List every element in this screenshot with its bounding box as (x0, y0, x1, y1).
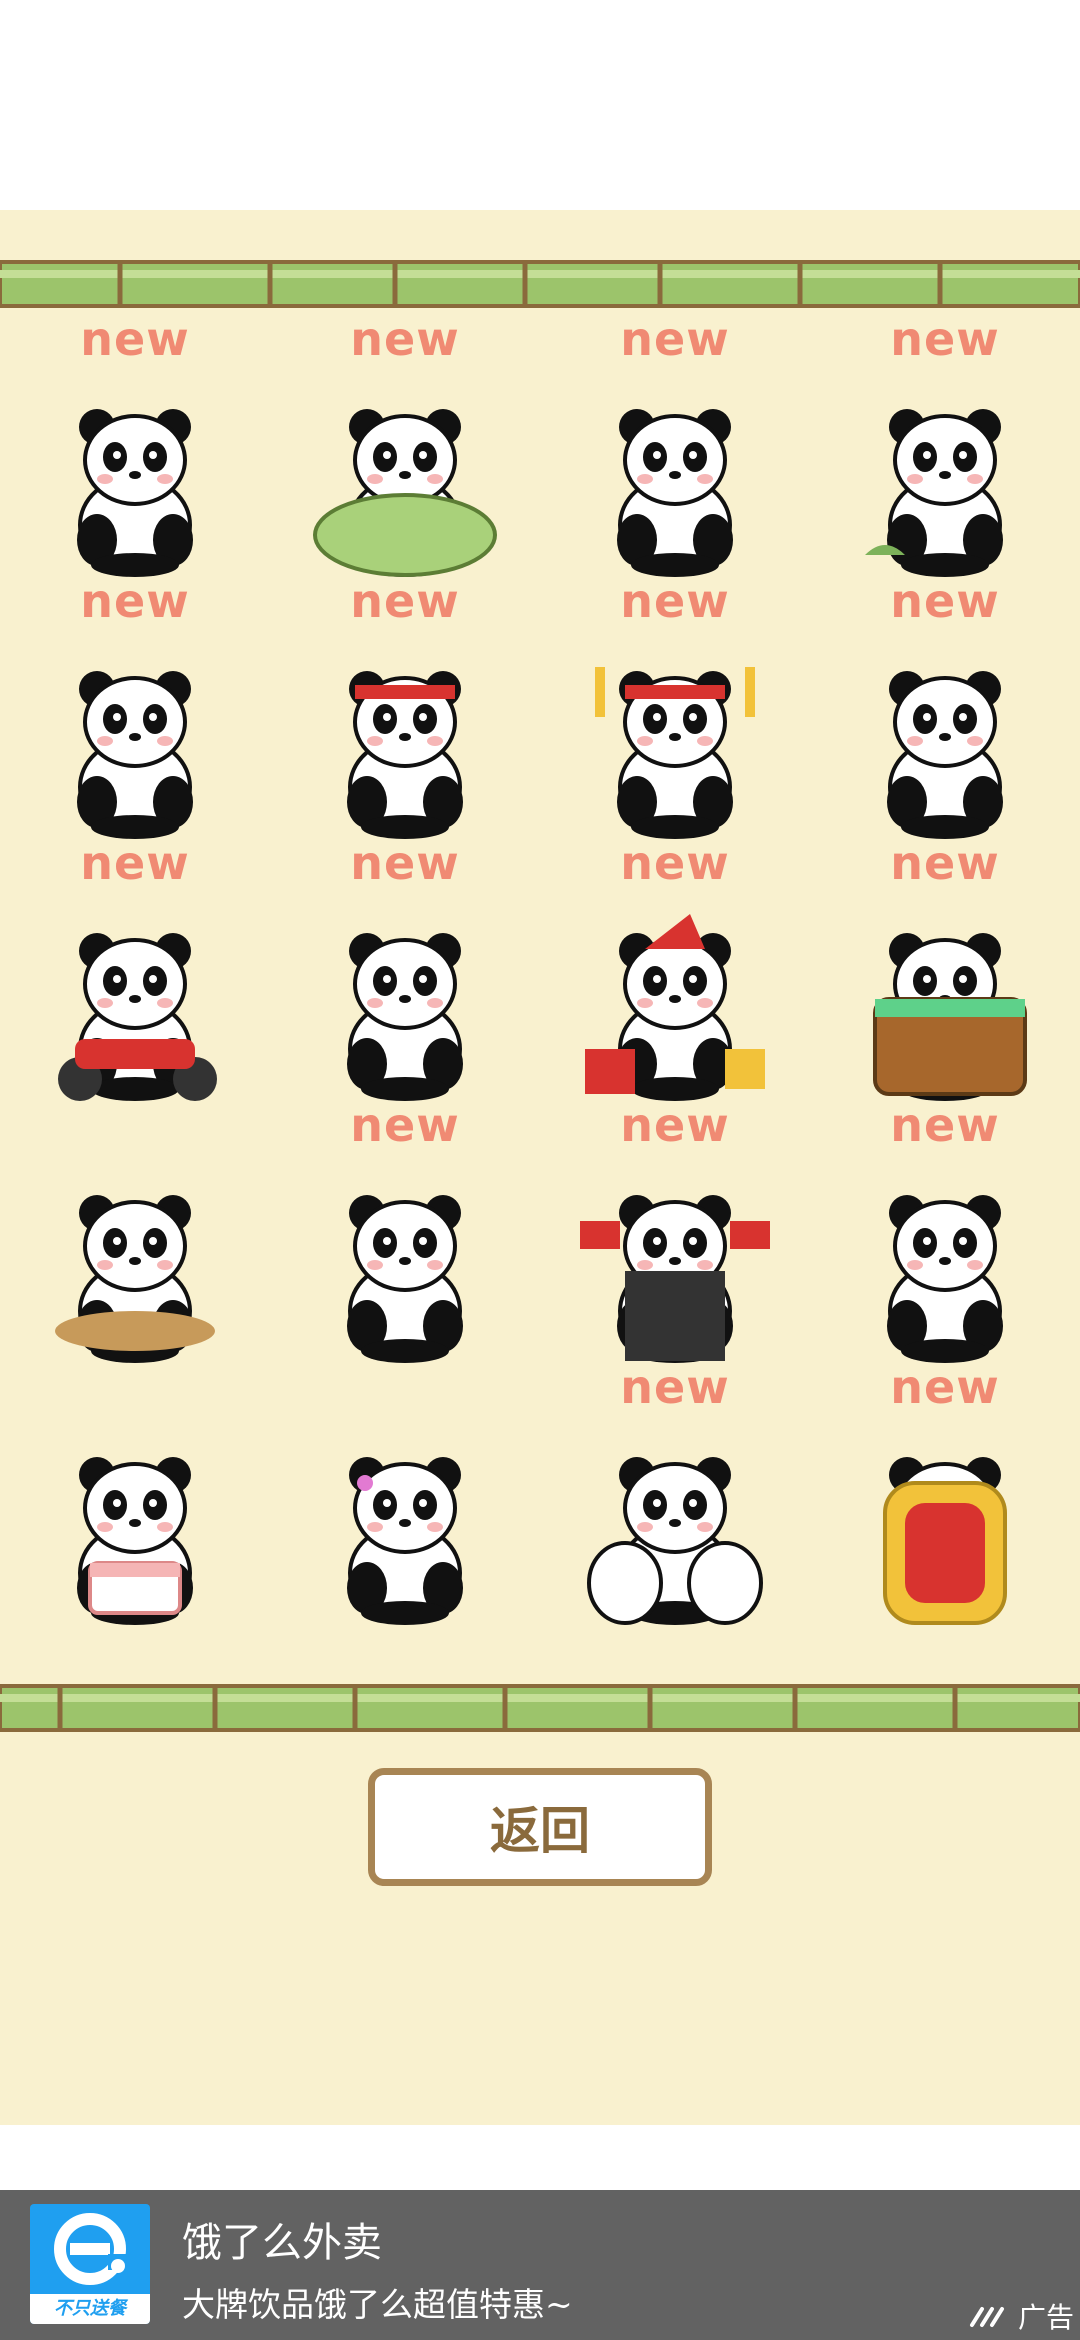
ad-tag: 广告 (968, 2296, 1074, 2336)
ad-network-icon (969, 2307, 1004, 2327)
sticker-cell[interactable] (270, 1368, 540, 1636)
top-blank-area (0, 0, 1080, 210)
sticker-grid: new new new new new new new new new new new new new n… (0, 312, 1080, 1660)
ad-title: 饿了么外卖 (182, 2220, 382, 2266)
ad-description: 大牌饮品饿了么超值特惠~ (182, 2285, 573, 2324)
back-button[interactable]: 返回 (368, 1768, 712, 1886)
sticker-cell[interactable]: new (0, 836, 270, 1112)
sticker-cell[interactable]: new (0, 574, 270, 850)
sticker-cell[interactable]: new (810, 1098, 1080, 1374)
bamboo-border-top (0, 260, 1080, 308)
new-badge: new (890, 836, 1000, 890)
nervous-panda-sticker (305, 899, 505, 1104)
new-badge: new (890, 1360, 1000, 1414)
sticker-cell[interactable]: new (540, 1098, 810, 1374)
new-badge: new (80, 836, 190, 890)
lying-panda-leaf-sticker (845, 375, 1045, 580)
new-badge: new (620, 1360, 730, 1414)
sticker-cell[interactable]: new (0, 312, 270, 588)
throne-panda-sticker (845, 1423, 1045, 1628)
leaning-panda-sticker (845, 637, 1045, 842)
sticker-cell[interactable]: new (810, 1360, 1080, 1636)
new-badge: new (620, 836, 730, 890)
ad-banner[interactable]: 不只送餐 饿了么外卖 大牌饮品饿了么超值特惠~ 广告 (0, 2190, 1080, 2340)
sticker-cell[interactable]: new (540, 574, 810, 850)
ad-logo-text: 不只送餐 (30, 2294, 150, 2324)
waving-panda-sticker (575, 375, 775, 580)
new-badge: new (890, 312, 1000, 366)
bottom-blank-area (0, 2125, 1080, 2190)
new-badge: new (620, 312, 730, 366)
sticker-cell[interactable]: new (810, 574, 1080, 850)
new-badge: new (620, 1098, 730, 1152)
gift-panda-sticker (575, 899, 775, 1104)
sticker-cell[interactable]: new (270, 574, 540, 850)
sticker-cell[interactable] (0, 1106, 270, 1374)
eleme-logo-icon: 不只送餐 (30, 2204, 150, 2324)
new-badge: new (890, 574, 1000, 628)
sticker-cell[interactable]: new (270, 312, 540, 588)
shy-panda-sticker (305, 1161, 505, 1366)
new-badge: new (80, 312, 190, 366)
sticker-cell[interactable] (0, 1368, 270, 1636)
sticker-cell[interactable]: new (270, 836, 540, 1112)
sticker-cell[interactable]: new (810, 836, 1080, 1112)
new-badge: new (620, 574, 730, 628)
sticker-cell[interactable]: new (270, 1098, 540, 1374)
bath-barrel-panda-sticker (845, 899, 1045, 1104)
pointing-panda-sticker (845, 1161, 1045, 1366)
headband-panda-sticker (305, 637, 505, 842)
sticker-cell[interactable]: new (540, 312, 810, 588)
panda-pile-sticker (575, 1423, 775, 1628)
motorbike-panda-sticker (35, 899, 235, 1104)
sleeping-panda-blanket-sticker (305, 375, 505, 580)
tea-table-pandas-sticker (35, 1161, 235, 1366)
standing-panda-sticker (35, 637, 235, 842)
cheering-panda-sticker (575, 637, 775, 842)
hugging-pandas-sticker (305, 1423, 505, 1628)
birthday-cake-pandas-sticker (35, 1423, 235, 1628)
new-badge: new (80, 574, 190, 628)
new-badge: new (350, 836, 460, 890)
new-badge: new (350, 312, 460, 366)
ad-tag-label: 广告 (1017, 2301, 1074, 2334)
new-badge: new (350, 1098, 460, 1152)
sticker-cell[interactable]: new (540, 836, 810, 1112)
sticker-cell[interactable]: new (540, 1360, 810, 1636)
new-badge: new (890, 1098, 1000, 1152)
new-badge: new (350, 574, 460, 628)
coat-panda-flags-sticker (575, 1161, 775, 1366)
crying-panda-sticker (35, 375, 235, 580)
sticker-cell[interactable]: new (810, 312, 1080, 588)
bamboo-border-bottom (0, 1684, 1080, 1732)
